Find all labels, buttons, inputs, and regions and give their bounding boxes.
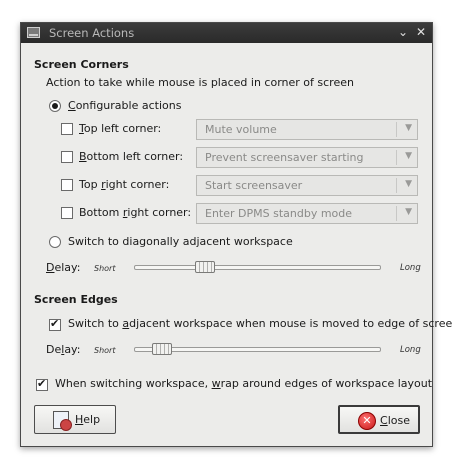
- top-right-corner-checkbox[interactable]: [61, 179, 73, 191]
- wrap-around-checkbox[interactable]: [36, 377, 48, 391]
- corners-delay-long: Long: [400, 263, 421, 273]
- bottom-left-corner-label: Bottom left corner:: [79, 150, 184, 163]
- chevron-down-icon: ▼: [405, 179, 412, 189]
- window-title: Screen Actions: [49, 26, 135, 40]
- top-left-corner-value: Mute volume: [205, 123, 277, 136]
- help-icon: [53, 411, 72, 431]
- configurable-actions-radio[interactable]: [49, 100, 61, 112]
- corners-description: Action to take while mouse is placed in …: [46, 76, 354, 89]
- corners-delay-slider[interactable]: [134, 265, 381, 270]
- corners-delay-slider-thumb[interactable]: [195, 261, 215, 273]
- top-left-corner-select[interactable]: Mute volume ▼: [196, 119, 418, 140]
- top-left-corner-label: Top left corner:: [79, 122, 162, 135]
- close-icon[interactable]: ✕: [414, 25, 428, 40]
- help-button-label: Help: [75, 413, 101, 426]
- top-right-corner-value: Start screensaver: [205, 179, 303, 192]
- bottom-left-corner-value: Prevent screensaver starting: [205, 151, 364, 164]
- chevron-down-icon: ▼: [405, 207, 412, 217]
- chevron-down-icon: ▼: [405, 123, 412, 133]
- chevron-down-icon: ▼: [405, 151, 412, 161]
- corners-delay-label: Delay:: [46, 261, 81, 274]
- app-window-icon: [27, 27, 40, 38]
- close-button-label: Close: [380, 414, 410, 427]
- screen-edges-heading: Screen Edges: [34, 293, 118, 306]
- adjacent-workspace-label[interactable]: Switch to adjacent workspace when mouse …: [68, 317, 453, 330]
- edges-delay-short: Short: [94, 346, 116, 355]
- corners-delay-short: Short: [94, 264, 116, 273]
- chevron-down-icon[interactable]: ⌄: [396, 25, 410, 40]
- titlebar[interactable]: Screen Actions ⌄ ✕: [21, 23, 432, 43]
- configurable-actions-label[interactable]: Configurable actions: [68, 99, 181, 112]
- bottom-left-corner-select[interactable]: Prevent screensaver starting ▼: [196, 147, 418, 168]
- edges-delay-label: Delay:: [46, 343, 81, 356]
- wrap-around-label[interactable]: When switching workspace, wrap around ed…: [55, 377, 432, 390]
- bottom-right-corner-checkbox[interactable]: [61, 207, 73, 219]
- top-left-corner-checkbox[interactable]: [61, 123, 73, 135]
- close-icon: ✕: [358, 412, 376, 430]
- screen-corners-heading: Screen Corners: [34, 58, 129, 71]
- top-right-corner-label: Top right corner:: [79, 178, 170, 191]
- close-button[interactable]: ✕ Close: [338, 405, 420, 434]
- diagonal-workspace-radio[interactable]: [49, 236, 61, 248]
- help-button[interactable]: Help: [34, 405, 116, 434]
- edges-delay-slider-thumb[interactable]: [152, 343, 172, 355]
- bottom-right-corner-select[interactable]: Enter DPMS standby mode ▼: [196, 203, 418, 224]
- edges-delay-long: Long: [400, 345, 421, 355]
- screen-actions-dialog: Screen Actions ⌄ ✕ Screen Corners Action…: [20, 22, 453, 447]
- bottom-right-corner-label: Bottom right corner:: [79, 206, 192, 219]
- bottom-left-corner-checkbox[interactable]: [61, 151, 73, 163]
- top-right-corner-select[interactable]: Start screensaver ▼: [196, 175, 418, 196]
- bottom-right-corner-value: Enter DPMS standby mode: [205, 207, 353, 220]
- diagonal-workspace-label[interactable]: Switch to diagonally adjacent workspace: [68, 235, 293, 248]
- adjacent-workspace-checkbox[interactable]: [49, 317, 61, 331]
